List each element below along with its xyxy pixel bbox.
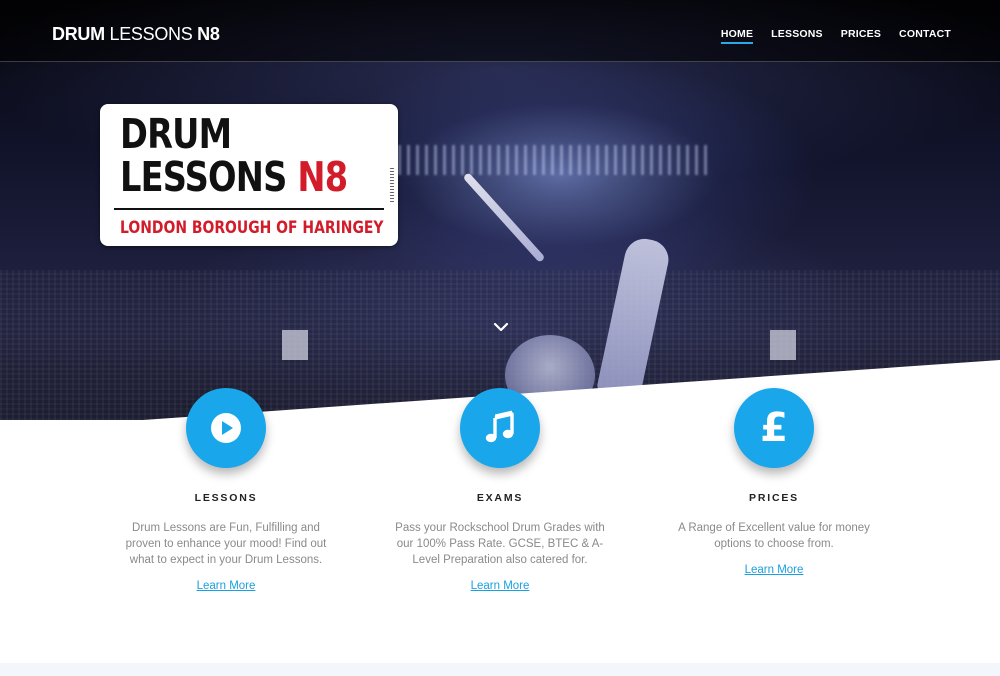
sign-borough: LONDON BOROUGH OF HARINGEY (120, 218, 384, 238)
stadium-screen-left (282, 330, 308, 360)
feature-title: EXAMS (476, 492, 524, 504)
feature-description: A Range of Excellent value for money opt… (678, 522, 870, 550)
top-navbar: DRUM LESSONS N8 HOME LESSONS PRICES CONT… (0, 0, 1000, 62)
hero-section: DRUM LESSONS N8 LONDON BOROUGH OF HARING… (0, 0, 1000, 420)
next-section-edge (0, 663, 1000, 676)
sign-fine-print (390, 166, 394, 202)
nav-prices[interactable]: PRICES (841, 28, 881, 44)
sign-word-n8: N8 (297, 153, 348, 201)
feature-title: LESSONS (194, 492, 258, 504)
feature-icon-circle[interactable]: £ (734, 388, 814, 468)
feature-icon-circle[interactable] (460, 388, 540, 468)
sign-divider (114, 208, 384, 210)
learn-more-link[interactable]: Learn More (471, 580, 530, 592)
pound-icon: £ (760, 405, 788, 451)
feature-prices: £ PRICES A Range of Excellent value for … (664, 388, 884, 578)
features-section: LESSONS Drum Lessons are Fun, Fulfilling… (0, 388, 1000, 658)
play-icon (211, 413, 241, 443)
chevron-down-icon[interactable] (492, 320, 510, 334)
stadium-lights (380, 145, 710, 175)
feature-icon-circle[interactable] (186, 388, 266, 468)
main-nav: HOME LESSONS PRICES CONTACT (720, 28, 951, 44)
sign-word-lessons: LESSONS (120, 153, 287, 201)
brand-word-drum: DRUM (52, 24, 105, 44)
drumstick-image (462, 172, 546, 263)
learn-more-link[interactable]: Learn More (745, 564, 804, 576)
nav-contact[interactable]: CONTACT (899, 28, 951, 44)
brand-word-lessons: LESSONS (109, 24, 193, 44)
feature-title: PRICES (749, 492, 799, 504)
feature-lessons: LESSONS Drum Lessons are Fun, Fulfilling… (116, 388, 336, 594)
brand-word-n8: N8 (197, 24, 220, 44)
nav-lessons[interactable]: LESSONS (771, 28, 823, 44)
sign-line-drum: DRUM (120, 110, 232, 158)
sign-line-lessons: LESSONS N8 (120, 157, 348, 198)
feature-description: Pass your Rockschool Drum Grades with ou… (395, 522, 605, 566)
feature-description: Drum Lessons are Fun, Fulfilling and pro… (125, 522, 327, 566)
feature-exams: EXAMS Pass your Rockschool Drum Grades w… (390, 388, 610, 594)
stadium-screen-right (770, 330, 796, 360)
music-note-icon (485, 410, 514, 443)
learn-more-link[interactable]: Learn More (197, 580, 256, 592)
nav-home[interactable]: HOME (720, 28, 754, 44)
street-sign-logo: DRUM LESSONS N8 LONDON BOROUGH OF HARING… (100, 104, 398, 246)
brand-logo[interactable]: DRUM LESSONS N8 (52, 24, 220, 45)
